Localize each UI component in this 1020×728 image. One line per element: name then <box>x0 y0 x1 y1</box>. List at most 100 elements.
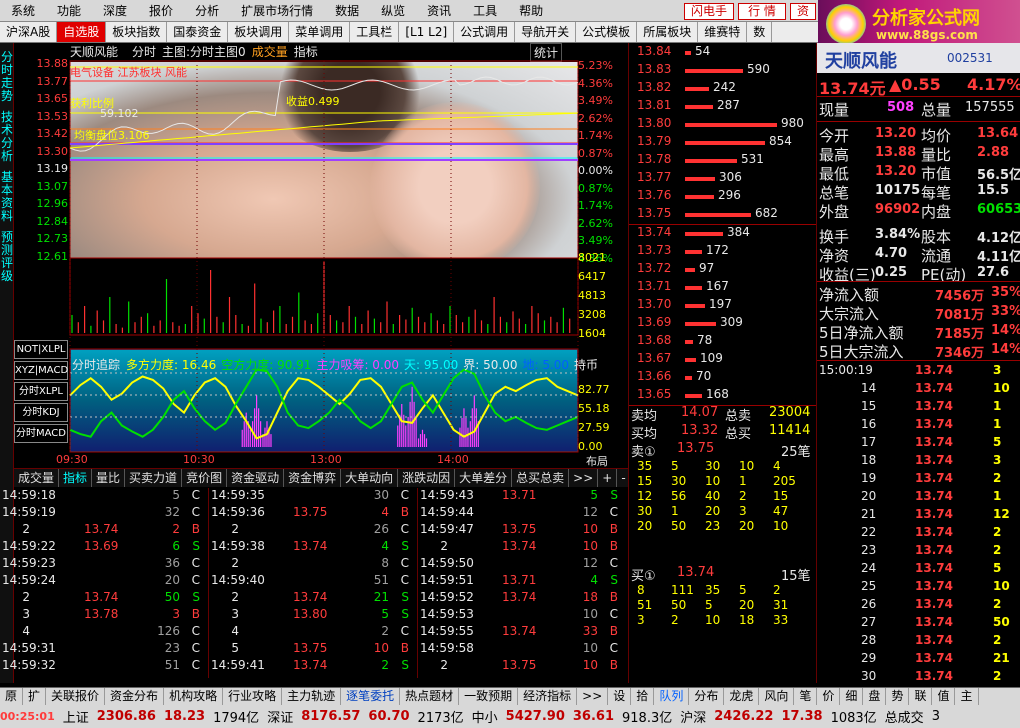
order-level[interactable]: 13.77 306 <box>637 170 817 188</box>
menu-item-6[interactable]: 数据 <box>324 0 370 22</box>
bottom-tab-1[interactable]: 扩 <box>23 688 47 705</box>
bottom-tab-23[interactable]: 联 <box>909 688 933 705</box>
bottom-tab-7[interactable]: 逐笔委托 <box>341 688 401 705</box>
bottom-tab-6[interactable]: 主力轨迹 <box>282 688 342 705</box>
order-level[interactable]: 13.65 168 <box>637 387 817 405</box>
order-level[interactable]: 13.66 70 <box>637 369 817 387</box>
left-tab-2[interactable]: 基本资料 <box>0 171 14 223</box>
bottom-tab-0[interactable]: 原 <box>0 688 24 705</box>
bottom-tab-24[interactable]: 值 <box>932 688 956 705</box>
bottom-tab-5[interactable]: 行业攻略 <box>223 688 283 705</box>
order-level[interactable]: 13.73 172 <box>637 243 817 261</box>
bottom-tab-18[interactable]: 笔 <box>794 688 818 705</box>
bottom-tab-19[interactable]: 价 <box>817 688 841 705</box>
menu-item-8[interactable]: 资讯 <box>416 0 462 22</box>
bottom-tab-10[interactable]: 经济指标 <box>518 688 578 705</box>
tick-tab-1[interactable]: 指标 <box>59 469 93 487</box>
tab-12[interactable]: 维赛特 <box>698 22 748 42</box>
tick-tab-3[interactable]: 买卖力道 <box>125 469 183 487</box>
flash-trade-button[interactable]: 闪电手 <box>684 3 734 20</box>
tick-tab-0[interactable]: 成交量 <box>14 469 60 487</box>
tick-tab-10[interactable]: 总买总卖 <box>512 469 570 487</box>
tab-2[interactable]: 板块指数 <box>106 22 168 42</box>
tick-tab-6[interactable]: 资金博弈 <box>284 469 342 487</box>
order-level[interactable]: 13.68 78 <box>637 333 817 351</box>
order-level[interactable]: 13.67 109 <box>637 351 817 369</box>
tab-10[interactable]: 公式模板 <box>576 22 638 42</box>
tick-tab-9[interactable]: 大单差分 <box>455 469 513 487</box>
tab-13[interactable]: 数 <box>747 22 773 42</box>
bottom-tab-2[interactable]: 关联报价 <box>46 688 106 705</box>
tab-8[interactable]: 公式调用 <box>454 22 516 42</box>
menu-item-9[interactable]: 工具 <box>462 0 508 22</box>
bottom-tab-16[interactable]: 龙虎 <box>724 688 760 705</box>
order-level[interactable]: 13.75 682 <box>637 206 817 224</box>
left-tab-0[interactable]: 分时走势 <box>0 51 14 103</box>
info-button[interactable]: 资 <box>790 3 816 20</box>
quote-button[interactable]: 行 情 <box>738 3 786 20</box>
order-level[interactable]: 13.82 242 <box>637 80 817 98</box>
tick-tab-5[interactable]: 资金驱动 <box>227 469 285 487</box>
tick-tab-7[interactable]: 大单动向 <box>341 469 399 487</box>
bottom-tab-12[interactable]: 设 <box>608 688 632 705</box>
tab-9[interactable]: 导航开关 <box>515 22 577 42</box>
order-level[interactable]: 13.72 97 <box>637 261 817 279</box>
bottom-tab-14[interactable]: 队列 <box>654 688 690 705</box>
order-level[interactable]: 13.69 309 <box>637 315 817 333</box>
bottom-tab-13[interactable]: 拾 <box>631 688 655 705</box>
tick-tab-11[interactable]: >> <box>569 469 599 487</box>
menu-item-3[interactable]: 报价 <box>138 0 184 22</box>
indicator-chip-0[interactable]: NOT|XLPL <box>14 340 68 359</box>
minute-volume: 12 <box>993 507 1010 521</box>
bottom-tab-8[interactable]: 热点题材 <box>400 688 460 705</box>
order-level[interactable]: 13.84 54 <box>637 44 817 62</box>
tick-tab-4[interactable]: 竞价图 <box>182 469 228 487</box>
tab-5[interactable]: 菜单调用 <box>289 22 351 42</box>
order-level[interactable]: 13.74 384 <box>637 225 817 243</box>
bottom-tab-3[interactable]: 资金分布 <box>105 688 165 705</box>
tick-tab-8[interactable]: 涨跌动因 <box>398 469 456 487</box>
menu-item-4[interactable]: 分析 <box>184 0 230 22</box>
menu-item-1[interactable]: 功能 <box>46 0 92 22</box>
indicator-chip-2[interactable]: 分时XLPL <box>14 382 68 401</box>
tab-11[interactable]: 所属板块 <box>637 22 699 42</box>
left-tab-1[interactable]: 技术分析 <box>0 111 14 163</box>
order-level[interactable]: 13.79 854 <box>637 134 817 152</box>
bottom-tab-17[interactable]: 风向 <box>759 688 795 705</box>
tab-6[interactable]: 工具栏 <box>350 22 400 42</box>
bottom-tab-22[interactable]: 势 <box>886 688 910 705</box>
tick-tab-2[interactable]: 量比 <box>92 469 126 487</box>
indicator-chip-1[interactable]: XYZ|MACD <box>14 361 68 380</box>
bottom-tab-15[interactable]: 分布 <box>689 688 725 705</box>
indicator-chip-4[interactable]: 分时MACD <box>14 424 68 443</box>
order-level[interactable]: 13.70 197 <box>637 297 817 315</box>
bottom-tab-4[interactable]: 机构攻略 <box>164 688 224 705</box>
order-level[interactable]: 13.78 531 <box>637 152 817 170</box>
left-tab-3[interactable]: 预测评级 <box>0 231 14 283</box>
bottom-tab-21[interactable]: 盘 <box>863 688 887 705</box>
tick-tab-12[interactable]: + <box>598 469 618 487</box>
order-level[interactable]: 13.80 980 <box>637 116 817 134</box>
minute-time: 21 <box>861 507 877 521</box>
tab-1[interactable]: 自选股 <box>57 22 107 42</box>
order-level[interactable]: 13.76 296 <box>637 188 817 206</box>
tab-4[interactable]: 板块调用 <box>228 22 290 42</box>
menu-item-0[interactable]: 系统 <box>0 0 46 22</box>
indicator-value-1: 空方力度: 90.91 <box>221 358 312 372</box>
menu-item-5[interactable]: 扩展市场行情 <box>230 0 324 22</box>
layout-button[interactable]: 布局 <box>586 453 608 469</box>
bottom-tab-9[interactable]: 一致预期 <box>459 688 519 705</box>
menu-item-10[interactable]: 帮助 <box>508 0 554 22</box>
bottom-tab-20[interactable]: 细 <box>840 688 864 705</box>
order-level[interactable]: 13.81 287 <box>637 98 817 116</box>
order-level[interactable]: 13.83 590 <box>637 62 817 80</box>
tab-7[interactable]: [L1 L2] <box>399 22 455 42</box>
menu-item-2[interactable]: 深度 <box>92 0 138 22</box>
menu-item-7[interactable]: 纵览 <box>370 0 416 22</box>
order-level[interactable]: 13.71 167 <box>637 279 817 297</box>
tab-0[interactable]: 沪深A股 <box>0 22 58 42</box>
bottom-tab-11[interactable]: >> <box>577 688 609 705</box>
tab-3[interactable]: 国泰资金 <box>167 22 229 42</box>
bottom-tab-25[interactable]: 主 <box>955 688 979 705</box>
indicator-chip-3[interactable]: 分时KDJ <box>14 403 68 422</box>
